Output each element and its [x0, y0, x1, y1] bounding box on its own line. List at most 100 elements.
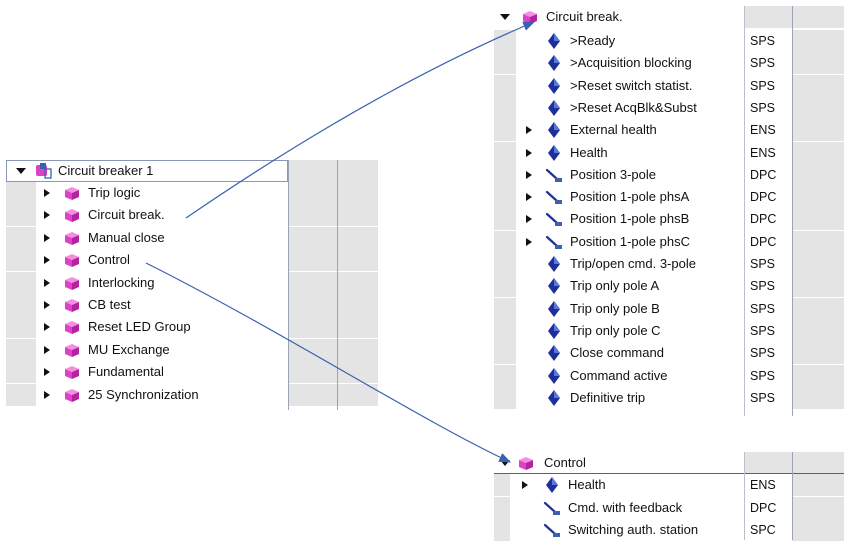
- function-block-icon: [519, 457, 533, 470]
- function-block-icon: [65, 254, 79, 268]
- signal-label: Command active: [570, 367, 668, 383]
- signal-type: ENS: [750, 145, 776, 160]
- signal-label: >Ready: [570, 33, 616, 48]
- left-tree-panel: Circuit breaker 1 Trip logic Circuit brea…: [6, 160, 378, 410]
- data-object-icon: [548, 144, 560, 161]
- tree-item-label: Control: [88, 252, 130, 268]
- expand-arrow-icon[interactable]: [526, 170, 532, 179]
- expand-arrow-icon[interactable]: [526, 193, 532, 202]
- tree-item-label: Circuit break.: [88, 207, 165, 223]
- expand-arrow-icon[interactable]: [526, 215, 532, 224]
- data-object-icon: [548, 99, 560, 116]
- signal-type: SPS: [750, 346, 776, 361]
- switch-control-icon: [543, 501, 560, 515]
- switch-control-icon: [545, 168, 562, 182]
- data-object-icon: [548, 300, 560, 317]
- panel-title: Control: [544, 455, 586, 470]
- collapse-arrow-icon[interactable]: [500, 14, 510, 20]
- function-block-icon: [523, 11, 537, 24]
- signal-label: Trip only pole B: [570, 300, 660, 316]
- tree-item-label: Manual close: [88, 229, 165, 245]
- signal-label: Switching auth. station: [568, 522, 699, 537]
- expand-arrow-icon[interactable]: [44, 233, 50, 242]
- switch-control-icon: [545, 190, 562, 205]
- signal-type: DPC: [750, 212, 777, 227]
- signal-label: Trip only pole A: [570, 278, 660, 294]
- tree-item-circuit-break[interactable]: Circuit break.: [6, 204, 378, 227]
- signal-type: DPC: [750, 167, 777, 182]
- signal-label: Health: [568, 477, 606, 492]
- function-block-icon: [65, 276, 79, 290]
- tree-item-fundamental[interactable]: Fundamental: [6, 361, 378, 384]
- expand-arrow-icon[interactable]: [44, 368, 50, 377]
- expand-arrow-icon[interactable]: [44, 390, 50, 399]
- data-object-icon: [548, 256, 560, 272]
- signal-label: Cmd. with feedback: [568, 499, 683, 515]
- signal-type: SPS: [750, 34, 776, 48]
- panel-title: Circuit break.: [546, 9, 623, 24]
- signal-label: >Reset switch statist.: [570, 77, 693, 93]
- function-block-icon: [65, 187, 79, 200]
- expand-arrow-icon[interactable]: [44, 211, 50, 220]
- data-object-icon: [546, 477, 558, 493]
- collapse-arrow-icon[interactable]: [500, 460, 510, 466]
- expand-arrow-icon[interactable]: [526, 237, 532, 246]
- data-object-icon: [548, 278, 560, 295]
- signal-label: Trip/open cmd. 3-pole: [570, 256, 696, 271]
- signal-type: SPC: [750, 523, 776, 537]
- expand-arrow-icon[interactable]: [44, 301, 50, 309]
- expand-arrow-icon[interactable]: [526, 126, 532, 135]
- function-block-icon: [65, 388, 79, 402]
- data-object-icon: [548, 122, 560, 139]
- tree-item-label: Reset LED Group: [88, 319, 191, 335]
- function-block-icon: [65, 321, 79, 335]
- tree-item-cb-test[interactable]: CB test: [6, 294, 378, 316]
- tree-item-manual-close[interactable]: Manual close: [6, 226, 378, 249]
- function-block-icon: [65, 366, 79, 380]
- tree-item-label: CB test: [88, 297, 131, 312]
- signal-type: DPC: [750, 234, 777, 249]
- tree-item-label: Fundamental: [88, 364, 164, 380]
- switch-control-icon: [543, 523, 560, 537]
- signal-type: SPS: [750, 78, 776, 93]
- signal-label: Trip only pole C: [570, 322, 661, 338]
- expand-arrow-icon[interactable]: [44, 323, 50, 332]
- signal-type: SPS: [750, 100, 776, 115]
- signal-label: >Acquisition blocking: [570, 55, 692, 71]
- signal-type: ENS: [750, 478, 776, 492]
- signal-type: SPS: [750, 368, 776, 383]
- function-block-icon: [65, 209, 79, 223]
- expand-arrow-icon[interactable]: [44, 345, 50, 354]
- signal-label: Close command: [570, 345, 664, 361]
- signal-label: Position 1-pole phsC: [570, 233, 690, 249]
- signal-label: Health: [570, 144, 608, 160]
- data-object-icon: [548, 33, 560, 49]
- data-object-icon: [548, 345, 560, 362]
- tree-item-reset-led-group[interactable]: Reset LED Group: [6, 316, 378, 339]
- circuit-break-panel: Circuit break. >Ready SPS >Acquisition blo…: [494, 6, 844, 416]
- tree-item-trip-logic[interactable]: Trip logic: [6, 182, 378, 204]
- data-object-icon: [548, 367, 560, 384]
- signal-label: Position 1-pole phsA: [570, 189, 690, 205]
- expand-arrow-icon[interactable]: [44, 278, 50, 287]
- signal-type: SPS: [750, 56, 776, 71]
- tree-item-25-synchronization[interactable]: 25 Synchronization: [6, 383, 378, 406]
- switch-control-icon: [545, 235, 562, 249]
- tree-root-row[interactable]: Circuit breaker 1: [6, 160, 378, 182]
- tree-item-control[interactable]: Control: [6, 249, 378, 272]
- expand-arrow-icon[interactable]: [44, 189, 50, 197]
- signal-type: SPS: [750, 301, 776, 316]
- tree-item-mu-exchange[interactable]: MU Exchange: [6, 338, 378, 361]
- tree-item-interlocking[interactable]: Interlocking: [6, 271, 378, 294]
- data-object-icon: [548, 77, 560, 94]
- expand-arrow-icon[interactable]: [522, 481, 528, 489]
- expand-arrow-icon[interactable]: [526, 148, 532, 157]
- signal-label: External health: [570, 122, 657, 138]
- signal-type: SPS: [750, 323, 776, 338]
- signal-type: ENS: [750, 123, 776, 138]
- signal-label: Position 1-pole phsB: [570, 211, 690, 227]
- signal-label: Position 3-pole: [570, 166, 656, 182]
- tree-item-label: Trip logic: [88, 185, 141, 200]
- expand-arrow-icon[interactable]: [44, 256, 50, 265]
- function-block-icon: [65, 231, 79, 245]
